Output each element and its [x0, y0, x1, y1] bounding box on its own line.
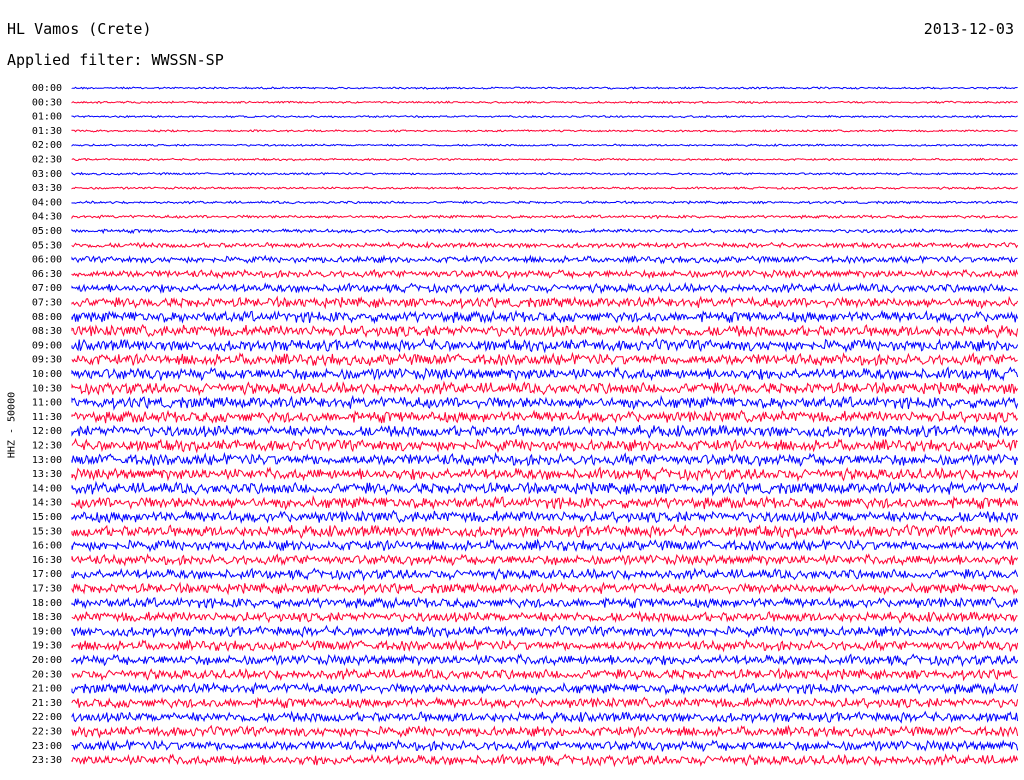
tick-label-0200: 02:00: [32, 140, 62, 151]
trace-row-0730: [71, 295, 1019, 310]
tick-label-2230: 22:30: [32, 727, 62, 738]
trace-row-2330: [71, 753, 1019, 768]
tick-label-1930: 19:30: [32, 641, 62, 652]
trace-row-0700: [71, 281, 1018, 295]
trace-row-0530: [71, 240, 1019, 250]
tick-label-0930: 09:30: [32, 355, 62, 366]
tick-label-1000: 10:00: [32, 369, 62, 380]
tick-label-1100: 11:00: [32, 398, 62, 409]
tick-label-1500: 15:00: [32, 512, 62, 523]
trace-row-1430: [71, 495, 1019, 511]
seismic-traces: [71, 86, 1019, 768]
tick-label-0900: 09:00: [32, 340, 62, 351]
trace-row-0030: [71, 100, 1018, 105]
tick-label-1330: 13:30: [32, 469, 62, 480]
trace-row-1330: [71, 466, 1019, 482]
trace-row-2200: [71, 710, 1019, 724]
tick-label-2330: 23:30: [32, 755, 62, 766]
tick-label-0400: 04:00: [32, 197, 62, 208]
tick-label-1430: 14:30: [32, 498, 62, 509]
trace-row-2300: [71, 738, 1019, 753]
tick-label-1230: 12:30: [32, 441, 62, 452]
tick-label-1900: 19:00: [32, 626, 62, 637]
trace-row-2100: [71, 681, 1019, 696]
tick-label-0730: 07:30: [32, 298, 62, 309]
trace-row-1930: [71, 638, 1019, 653]
tick-label-1200: 12:00: [32, 426, 62, 437]
tick-label-2200: 22:00: [32, 712, 62, 723]
trace-row-0000: [71, 86, 1018, 90]
trace-row-0230: [71, 157, 1018, 162]
tick-label-2030: 20:30: [32, 669, 62, 680]
trace-row-1500: [71, 509, 1019, 525]
trace-row-0900: [71, 337, 1019, 354]
trace-row-1030: [71, 380, 1019, 397]
trace-row-0830: [71, 323, 1019, 339]
trace-row-0100: [71, 114, 1018, 119]
tick-label-0600: 06:00: [32, 255, 62, 266]
trace-row-1300: [71, 451, 1019, 467]
tick-label-0830: 08:30: [32, 326, 62, 337]
tick-label-1830: 18:30: [32, 612, 62, 623]
tick-label-1530: 15:30: [32, 526, 62, 537]
tick-label-0000: 00:00: [32, 83, 62, 94]
tick-label-1030: 10:30: [32, 383, 62, 394]
trace-row-1830: [71, 610, 1018, 624]
trace-row-0800: [71, 309, 1019, 325]
tick-label-2300: 23:00: [32, 741, 62, 752]
tick-label-0330: 03:30: [32, 183, 62, 194]
trace-row-0200: [71, 143, 1018, 147]
time-tick-labels: 00:00 00:30 01:00 01:30 02:00 02:30 03:00 03:30…: [32, 83, 62, 766]
helicorder-plot: 00:00 00:30 01:00 01:30 02:00 02:30 03:00 03:30…: [32, 83, 1019, 768]
tick-label-0300: 03:00: [32, 169, 62, 180]
trace-row-0330: [71, 186, 1018, 191]
trace-row-2000: [71, 653, 1019, 668]
trace-row-1700: [71, 567, 1019, 582]
tick-label-2100: 21:00: [32, 684, 62, 695]
tick-label-0230: 02:30: [32, 155, 62, 166]
trace-row-1400: [71, 480, 1019, 497]
tick-label-1130: 11:30: [32, 412, 62, 423]
trace-row-1730: [71, 581, 1019, 596]
trace-row-1800: [71, 596, 1019, 610]
trace-row-1630: [71, 553, 1019, 567]
tick-label-1630: 16:30: [32, 555, 62, 566]
tick-label-2130: 21:30: [32, 698, 62, 709]
trace-row-1100: [71, 394, 1019, 411]
tick-label-0630: 06:30: [32, 269, 62, 280]
tick-label-0030: 00:30: [32, 97, 62, 108]
tick-label-1800: 18:00: [32, 598, 62, 609]
tick-label-1700: 17:00: [32, 569, 62, 580]
trace-row-0300: [71, 171, 1018, 176]
tick-label-0700: 07:00: [32, 283, 62, 294]
trace-row-2130: [71, 696, 1019, 710]
tick-label-0800: 08:00: [32, 312, 62, 323]
tick-label-0530: 05:30: [32, 240, 62, 251]
trace-row-1530: [71, 523, 1019, 540]
tick-label-2000: 20:00: [32, 655, 62, 666]
trace-row-0130: [71, 129, 1018, 133]
trace-row-0400: [71, 200, 1018, 205]
tick-label-1600: 16:00: [32, 541, 62, 552]
tick-label-0430: 04:30: [32, 212, 62, 223]
trace-row-2030: [71, 667, 1018, 682]
trace-row-1230: [71, 437, 1018, 454]
tick-label-1730: 17:30: [32, 584, 62, 595]
trace-row-1200: [71, 424, 1019, 439]
trace-row-0930: [71, 351, 1018, 367]
trace-row-0430: [71, 214, 1018, 220]
tick-label-1400: 14:00: [32, 483, 62, 494]
tick-label-1300: 13:00: [32, 455, 62, 466]
tick-label-0500: 05:00: [32, 226, 62, 237]
trace-row-0500: [71, 227, 1018, 235]
trace-row-1900: [71, 624, 1019, 639]
trace-row-0630: [71, 268, 1019, 280]
tick-label-0100: 01:00: [32, 112, 62, 123]
trace-row-1130: [71, 409, 1018, 424]
trace-row-1000: [71, 366, 1019, 382]
trace-row-2230: [71, 724, 1019, 739]
trace-row-0600: [71, 254, 1018, 265]
tick-label-0130: 01:30: [32, 126, 62, 137]
trace-row-1600: [71, 538, 1019, 553]
